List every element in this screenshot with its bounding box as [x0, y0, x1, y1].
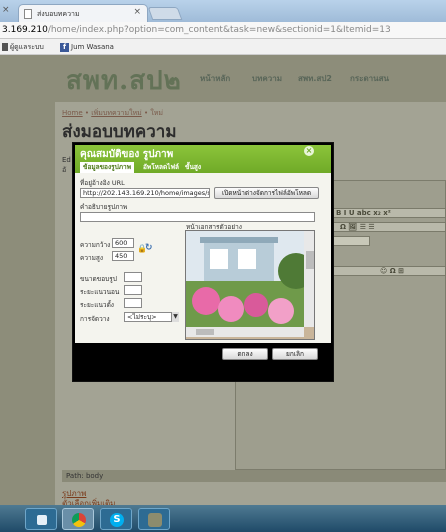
preview-image — [186, 231, 314, 339]
close-tab-icon[interactable]: × — [133, 7, 141, 17]
editor-path-bar: Path: body — [62, 470, 446, 482]
nav-forum[interactable]: กระดานสน — [350, 72, 389, 85]
facebook-icon: f — [60, 42, 69, 52]
vspace-input[interactable] — [124, 298, 142, 308]
browser-tab[interactable]: ส่งบอบทความ × — [18, 4, 148, 22]
url-host: 3.169.210 — [2, 25, 48, 35]
page-icon — [24, 9, 32, 19]
reset-size-icon[interactable]: ↻ — [145, 243, 153, 253]
breadcrumb-add-article[interactable]: เพิ่มบทความใหม่ — [91, 109, 141, 117]
nav-articles[interactable]: บทความ — [252, 72, 282, 85]
taskbar-media-app[interactable] — [25, 508, 57, 530]
taskbar-other-app[interactable] — [138, 508, 170, 530]
bookmarks-bar: ผู้ดูแลระบบ f Jum Wasana — [0, 39, 446, 55]
site-logo[interactable]: สพท.สป๒ — [66, 60, 182, 101]
browse-server-button[interactable]: เปิดหน้าต่างจัดการไฟล์อัพโหลด — [214, 187, 319, 199]
dialog-title: คุณสมบัติของ รูปภาพ — [80, 149, 174, 160]
alt-text-input[interactable] — [80, 212, 315, 222]
bookmark-facebook[interactable]: f Jum Wasana — [60, 39, 114, 55]
taskbar-chrome[interactable] — [62, 508, 94, 530]
close-icon[interactable]: × — [304, 146, 314, 156]
tab-upload[interactable]: อัพโหลดไฟล์ — [140, 162, 182, 173]
hspace-input[interactable] — [124, 285, 142, 295]
chrome-icon — [72, 513, 86, 527]
bookmark-admin[interactable]: ผู้ดูแลระบบ — [2, 39, 44, 55]
insert-buttons[interactable]: Ω 🖼 ☰ ☰ — [340, 223, 375, 231]
new-tab-button[interactable] — [147, 7, 183, 20]
ok-button[interactable]: ตกลง — [222, 348, 268, 360]
nav-office[interactable]: สพท.สป2 — [298, 72, 332, 85]
border-label: ขนาดขอบรูป — [80, 275, 117, 283]
skype-icon: S — [110, 513, 124, 527]
alt-text-label: คำอธิบายรูปภาพ — [80, 203, 128, 211]
url-input[interactable]: http://202.143.169.210/home/images/stori… — [80, 188, 210, 198]
url-path: /home/index.php?option=com_content&task=… — [47, 25, 391, 35]
breadcrumb-home[interactable]: Home — [62, 109, 83, 117]
tab-image-info[interactable]: ข้อมูลของรูปภาพ — [80, 162, 134, 173]
width-input[interactable]: 600 — [112, 238, 134, 248]
height-label: ความสูง — [80, 254, 104, 262]
taskbar-skype[interactable]: S — [100, 508, 132, 530]
misc-buttons[interactable]: ☺ Ω ⊞ — [380, 267, 404, 275]
image-preview — [185, 230, 315, 340]
form-label-stub: Ed อั — [62, 156, 71, 174]
app-icon — [148, 513, 162, 527]
editor-toolbar-row2 — [320, 222, 446, 232]
url-label: ที่อยู่อ้างอิง URL — [80, 179, 125, 187]
format-buttons[interactable]: B I U abc x₂ x² — [336, 209, 391, 217]
close-tab-icon[interactable]: × — [2, 5, 10, 15]
address-bar[interactable]: 3.169.210/home/index.php?option=com_cont… — [0, 22, 446, 39]
chevron-down-icon[interactable]: ▼ — [171, 312, 179, 322]
height-input[interactable]: 450 — [112, 251, 134, 261]
tab-advanced[interactable]: ขั้นสูง — [182, 162, 204, 173]
vspace-label: ระยะแนวตั้ง — [80, 301, 114, 309]
width-label: ความกว้าง — [80, 241, 111, 249]
nav-home[interactable]: หน้าหลัก — [200, 72, 230, 85]
page-title: ส่งมอบบทความ — [62, 122, 177, 142]
tab-title: ส่งบอบทความ — [37, 10, 80, 18]
folder-icon — [2, 43, 8, 51]
app-icon — [37, 515, 47, 525]
border-input[interactable] — [124, 272, 142, 282]
breadcrumb-current: ใหม่ — [150, 109, 163, 117]
windows-taskbar: S — [0, 505, 446, 532]
hspace-label: ระยะแนวนอน — [80, 288, 120, 296]
cancel-button[interactable]: ยกเลิก — [272, 348, 318, 360]
align-label: การจัดวาง — [80, 315, 110, 323]
